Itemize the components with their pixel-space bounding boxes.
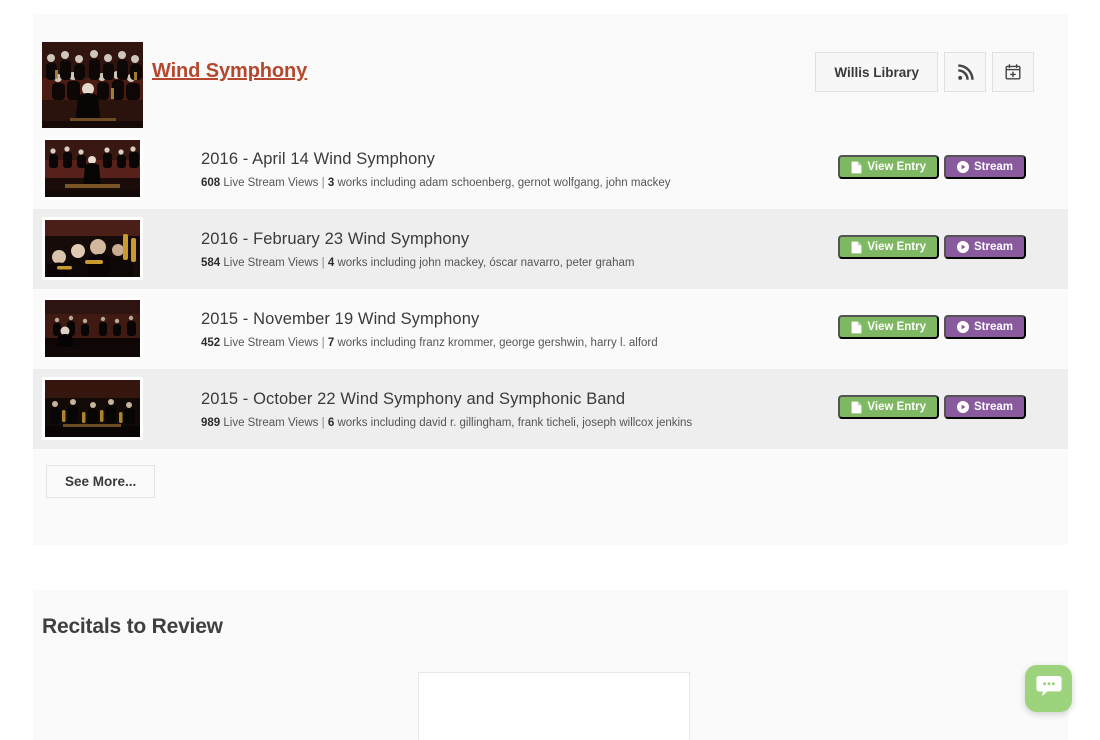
- event-thumbnail[interactable]: [42, 217, 143, 280]
- event-meta: 989 Live Stream Views | 6 works includin…: [201, 416, 808, 431]
- meta-separator: |: [321, 416, 325, 429]
- play-circle-icon: [957, 241, 969, 253]
- view-entry-label: View Entry: [867, 321, 926, 333]
- ensemble-thumbnail-image: [42, 42, 143, 128]
- ensemble-thumbnail[interactable]: [42, 42, 143, 128]
- view-entry-button[interactable]: View Entry: [838, 315, 939, 339]
- document-icon: [851, 401, 862, 414]
- table-row[interactable]: 2015 - November 19 Wind Symphony 452 Liv…: [33, 289, 1068, 369]
- event-meta: 584 Live Stream Views | 4 works includin…: [201, 256, 808, 271]
- event-title[interactable]: 2015 - November 19 Wind Symphony: [201, 309, 808, 330]
- event-title[interactable]: 2015 - October 22 Wind Symphony and Symp…: [201, 389, 808, 410]
- ensemble-actions: Willis Library: [815, 52, 1034, 92]
- event-info: 2016 - February 23 Wind Symphony 584 Liv…: [201, 229, 808, 271]
- event-works-count: 7: [327, 336, 335, 349]
- recital-tile[interactable]: COLLEGE OF: [418, 672, 690, 740]
- event-title[interactable]: 2016 - February 23 Wind Symphony: [201, 229, 808, 250]
- recitals-to-review-section: Recitals to Review COLLEGE OF: [33, 590, 1068, 740]
- event-meta: 608 Live Stream Views | 3 works includin…: [201, 176, 808, 191]
- event-thumbnail[interactable]: [42, 377, 143, 440]
- stream-button[interactable]: Stream: [944, 315, 1026, 339]
- event-title[interactable]: 2016 - April 14 Wind Symphony: [201, 149, 808, 170]
- rss-feed-button[interactable]: [944, 52, 986, 92]
- see-more-button[interactable]: See More...: [46, 465, 156, 498]
- document-icon: [851, 161, 862, 174]
- willis-library-button[interactable]: Willis Library: [815, 52, 938, 92]
- event-views-label: Live Stream Views: [223, 256, 319, 269]
- event-actions: View Entry Stream: [838, 395, 1026, 419]
- event-views-count: 989: [201, 416, 221, 429]
- stream-button[interactable]: Stream: [944, 235, 1026, 259]
- event-thumbnail[interactable]: [42, 137, 143, 200]
- event-thumbnail[interactable]: [42, 297, 143, 360]
- page-root: Wind Symphony Willis Library 2016 - Apri…: [0, 0, 1100, 740]
- ensemble-header: Wind Symphony Willis Library: [33, 14, 1068, 129]
- event-works-text: works including franz krommer, george ge…: [337, 336, 658, 349]
- event-info: 2015 - October 22 Wind Symphony and Symp…: [201, 389, 808, 431]
- stream-button[interactable]: Stream: [944, 155, 1026, 179]
- section-heading: Recitals to Review: [42, 615, 223, 638]
- event-views-label: Live Stream Views: [223, 176, 319, 189]
- stream-label: Stream: [974, 161, 1013, 173]
- table-row[interactable]: 2016 - February 23 Wind Symphony 584 Liv…: [33, 209, 1068, 289]
- meta-separator: |: [321, 256, 325, 269]
- document-icon: [851, 321, 862, 334]
- stream-label: Stream: [974, 321, 1013, 333]
- view-entry-label: View Entry: [867, 161, 926, 173]
- chat-bubble-icon: [1035, 674, 1062, 703]
- chat-widget-button[interactable]: [1025, 665, 1072, 712]
- view-entry-label: View Entry: [867, 241, 926, 253]
- event-meta: 452 Live Stream Views | 7 works includin…: [201, 336, 808, 351]
- view-entry-label: View Entry: [867, 401, 926, 413]
- event-views-label: Live Stream Views: [223, 416, 319, 429]
- play-circle-icon: [957, 401, 969, 413]
- event-info: 2016 - April 14 Wind Symphony 608 Live S…: [201, 149, 808, 191]
- event-actions: View Entry Stream: [838, 155, 1026, 179]
- meta-separator: |: [321, 176, 325, 189]
- ensemble-title-link[interactable]: Wind Symphony: [152, 60, 307, 83]
- event-info: 2015 - November 19 Wind Symphony 452 Liv…: [201, 309, 808, 351]
- event-actions: View Entry Stream: [838, 315, 1026, 339]
- event-works-count: 6: [327, 416, 335, 429]
- event-works-text: works including adam schoenberg, gernot …: [337, 176, 671, 189]
- view-entry-button[interactable]: View Entry: [838, 235, 939, 259]
- event-actions: View Entry Stream: [838, 235, 1026, 259]
- view-entry-button[interactable]: View Entry: [838, 155, 939, 179]
- event-list: 2016 - April 14 Wind Symphony 608 Live S…: [33, 129, 1068, 449]
- play-circle-icon: [957, 161, 969, 173]
- ensemble-card: Wind Symphony Willis Library 2016 - Apri…: [33, 14, 1068, 545]
- event-works-text: works including john mackey, óscar navar…: [337, 256, 635, 269]
- stream-label: Stream: [974, 241, 1013, 253]
- event-thumbnail-image: [45, 220, 140, 277]
- view-entry-button[interactable]: View Entry: [838, 395, 939, 419]
- meta-separator: |: [321, 336, 325, 349]
- add-to-calendar-button[interactable]: [992, 52, 1034, 92]
- calendar-add-icon: [1004, 63, 1022, 81]
- table-row[interactable]: 2015 - October 22 Wind Symphony and Symp…: [33, 369, 1068, 449]
- event-views-label: Live Stream Views: [223, 336, 319, 349]
- stream-label: Stream: [974, 401, 1013, 413]
- event-views-count: 584: [201, 256, 221, 269]
- event-works-count: 4: [327, 256, 335, 269]
- table-row[interactable]: 2016 - April 14 Wind Symphony 608 Live S…: [33, 129, 1068, 209]
- event-thumbnail-image: [45, 380, 140, 437]
- event-views-count: 608: [201, 176, 221, 189]
- event-thumbnail-image: [45, 140, 140, 197]
- event-works-text: works including david r. gillingham, fra…: [337, 416, 693, 429]
- event-thumbnail-image: [45, 300, 140, 357]
- play-circle-icon: [957, 321, 969, 333]
- stream-button[interactable]: Stream: [944, 395, 1026, 419]
- see-more-container: See More...: [46, 465, 156, 498]
- document-icon: [851, 241, 862, 254]
- rss-feed-icon: [957, 63, 974, 81]
- event-views-count: 452: [201, 336, 221, 349]
- event-works-count: 3: [327, 176, 335, 189]
